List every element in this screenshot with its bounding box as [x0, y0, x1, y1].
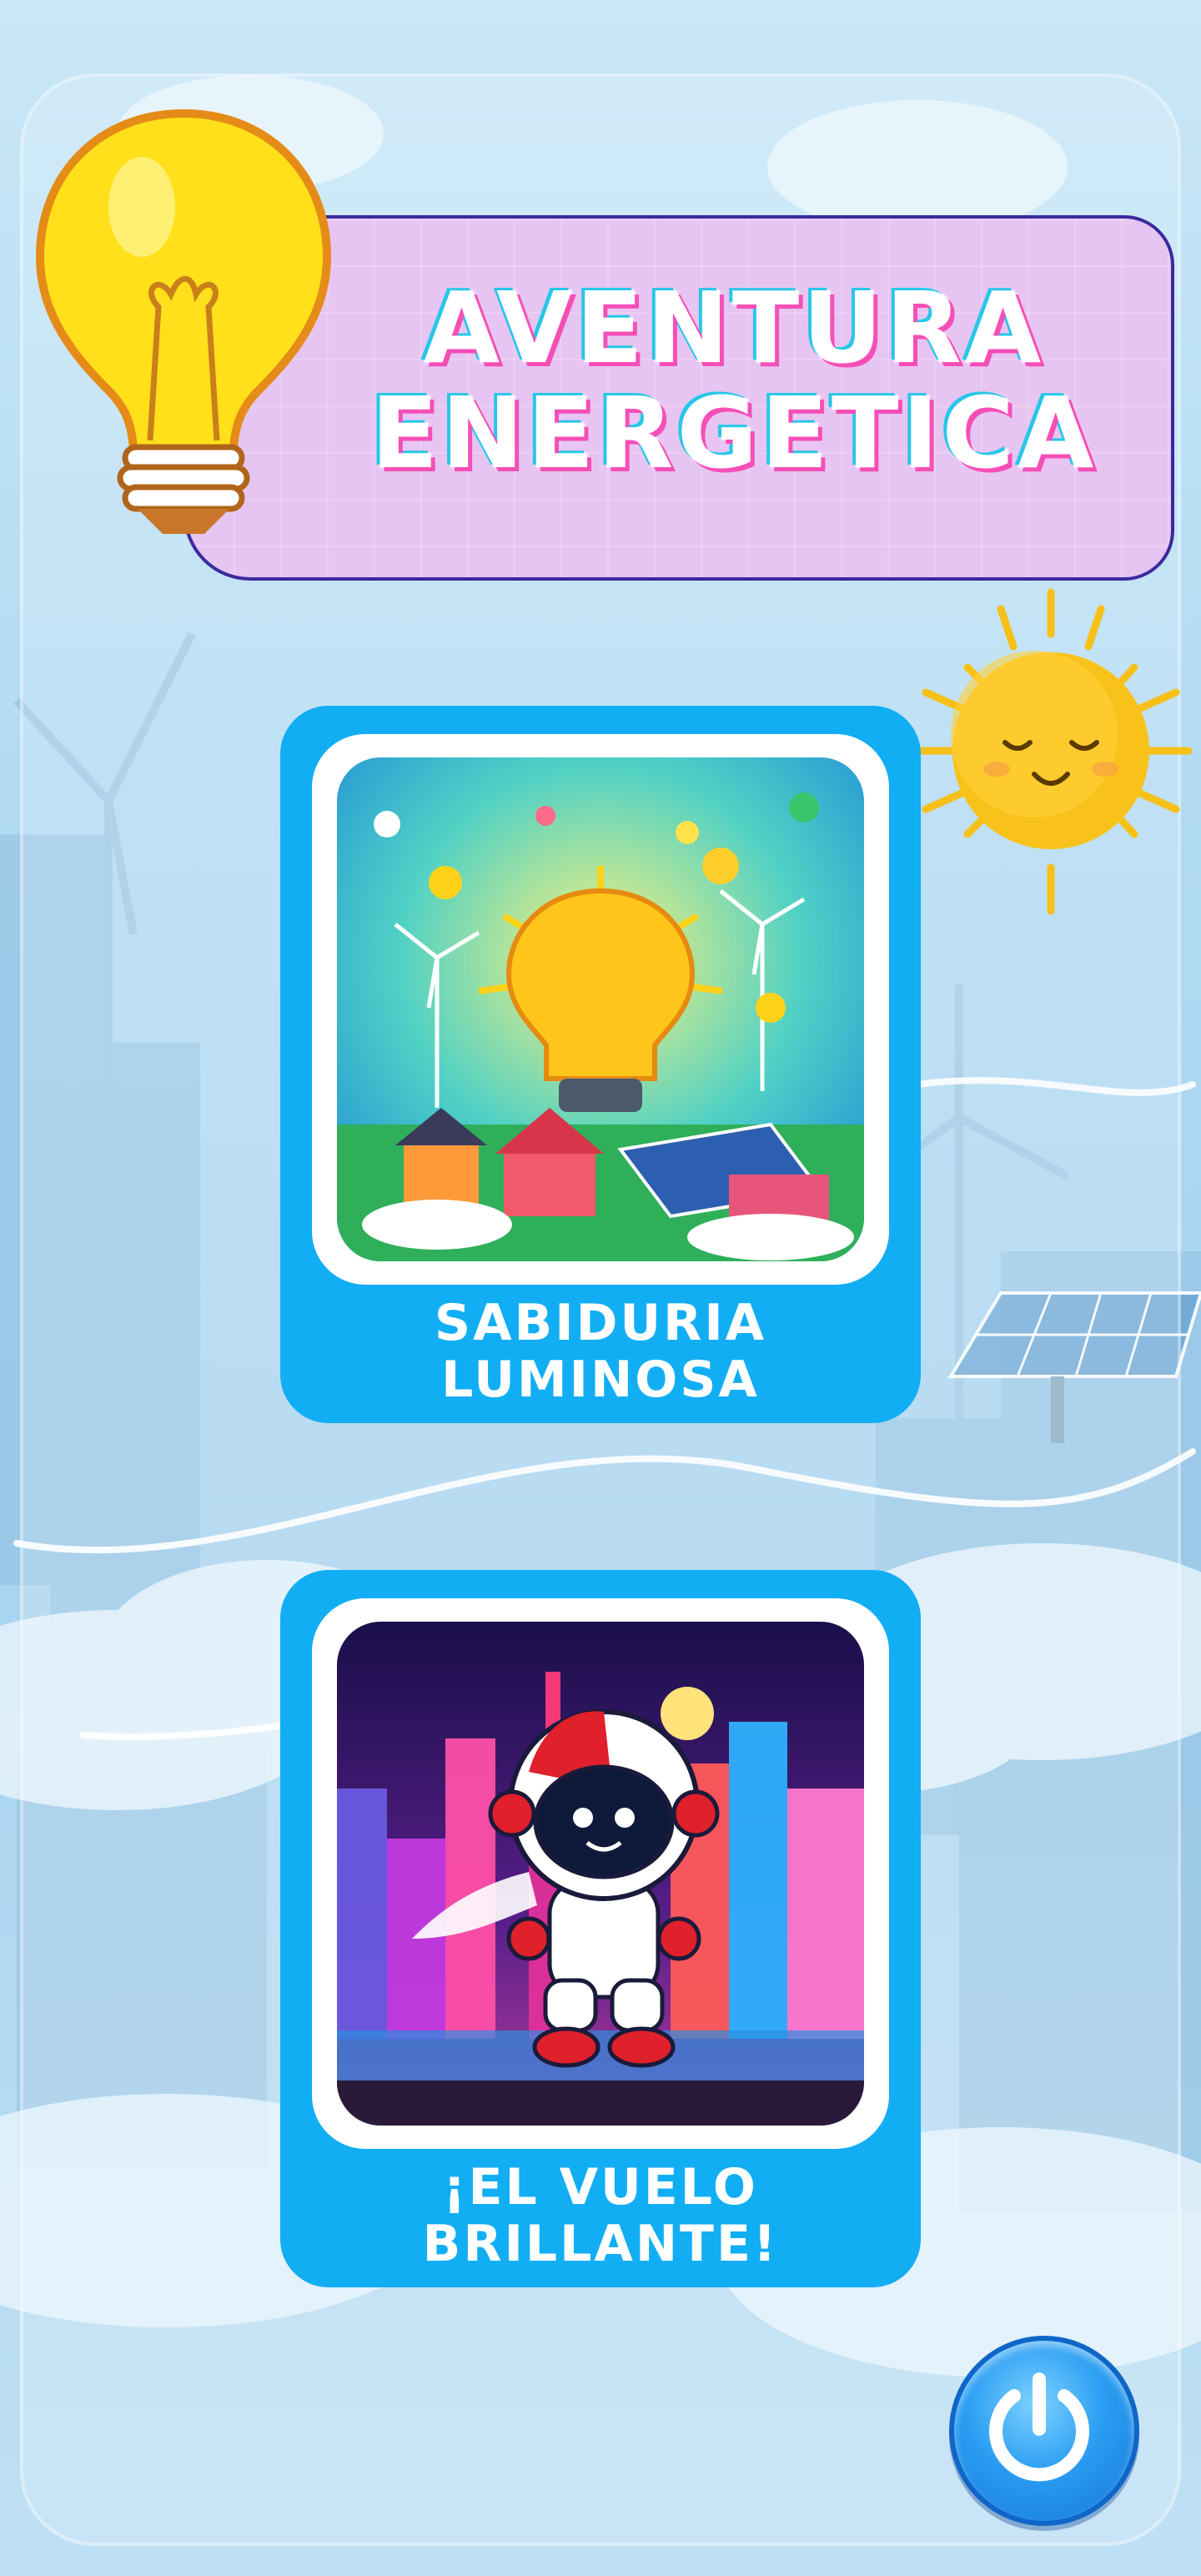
power-icon [989, 2372, 1089, 2482]
title-line-1: AVENTURA [423, 270, 1045, 385]
game-title-line-2: BRILLANTE! [422, 2215, 779, 2273]
game-card-el-vuelo-brillante[interactable]: ¡EL VUELO BRILLANTE! [280, 1570, 921, 2287]
lightbulb-icon [33, 107, 334, 541]
game-thumbnail-frame [312, 1598, 889, 2149]
energy-lightbulb-illustration [337, 757, 864, 1261]
game-card-sabiduria-luminosa[interactable]: SABIDURIA LUMINOSA [280, 706, 921, 1423]
title-line-2: ENERGETICA [370, 375, 1098, 491]
game-title-line-1: ¡EL VUELO [443, 2158, 758, 2216]
power-button[interactable] [949, 2336, 1139, 2526]
game-title-sabiduria-luminosa: SABIDURIA LUMINOSA [280, 1295, 921, 1408]
game-thumbnail-frame [312, 734, 889, 1285]
smiling-sun-icon [901, 584, 1201, 918]
astronaut-city-illustration [337, 1622, 864, 2126]
page-title: AVENTURA ENERGETICA [317, 275, 1151, 486]
game-title-el-vuelo-brillante: ¡EL VUELO BRILLANTE! [280, 2159, 921, 2272]
game-title-line-1: SABIDURIA [434, 1294, 767, 1352]
game-title-line-2: LUMINOSA [441, 1351, 760, 1409]
